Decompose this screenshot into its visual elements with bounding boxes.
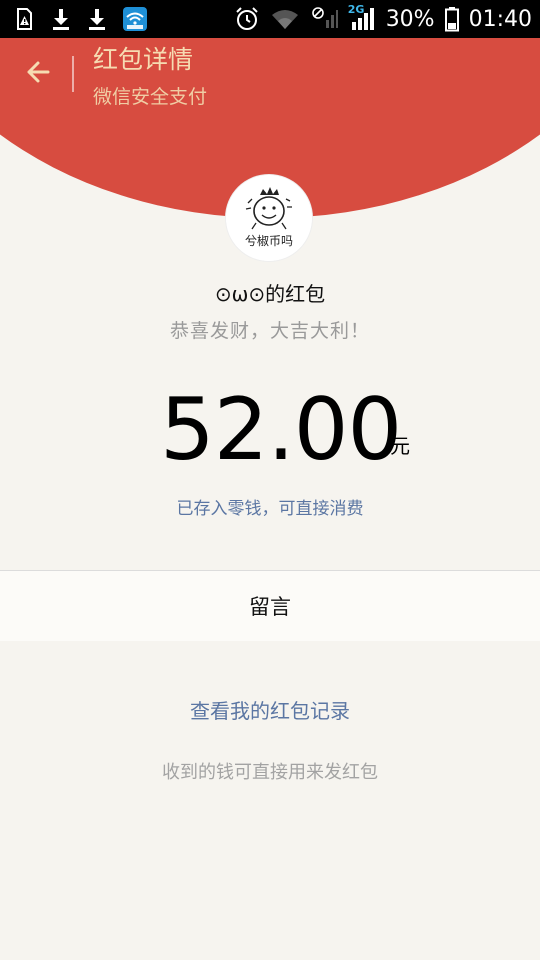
sender-name: ⊙ω⊙的红包 — [214, 282, 326, 306]
download-icon — [86, 7, 108, 31]
cartoon-avatar-icon: 兮椒币吗 — [226, 175, 312, 261]
network-type-label: 2G — [347, 3, 365, 16]
message-label: 留言 — [249, 595, 291, 619]
status-bar: 2G 30% 01:40 — [0, 0, 540, 38]
sim-alert-icon — [12, 7, 36, 31]
download-icon — [50, 7, 72, 31]
back-button[interactable] — [18, 54, 58, 94]
battery-percent: 30% — [385, 6, 435, 32]
page-title: 红包详情 — [93, 45, 194, 74]
amount-value: 52.00 — [160, 380, 402, 480]
page-subtitle: 微信安全支付 — [93, 86, 208, 108]
wifi-app-icon — [122, 6, 148, 32]
clock: 01:40 — [468, 6, 532, 32]
avatar[interactable]: 兮椒币吗 — [226, 175, 312, 261]
no-signal-icon — [310, 6, 338, 32]
alarm-icon — [234, 6, 260, 32]
footer-note: 收到的钱可直接用来发红包 — [162, 762, 378, 783]
deposit-note-link[interactable]: 已存入零钱，可直接消费 — [0, 494, 540, 519]
header-divider — [72, 56, 74, 92]
cell-signal-icon: 2G — [347, 3, 376, 32]
greeting-text: 恭喜发财，大吉大利！ — [169, 320, 370, 342]
wifi-icon — [270, 7, 300, 31]
view-records-link[interactable]: 查看我的红包记录 — [0, 695, 540, 724]
message-button[interactable]: 留言 — [0, 571, 540, 641]
battery-icon — [444, 6, 459, 32]
amount-display: 52.00 元 — [0, 375, 540, 485]
avatar-caption: 兮椒币吗 — [245, 234, 293, 248]
back-arrow-icon — [24, 58, 52, 90]
currency-unit: 元 — [390, 434, 410, 458]
